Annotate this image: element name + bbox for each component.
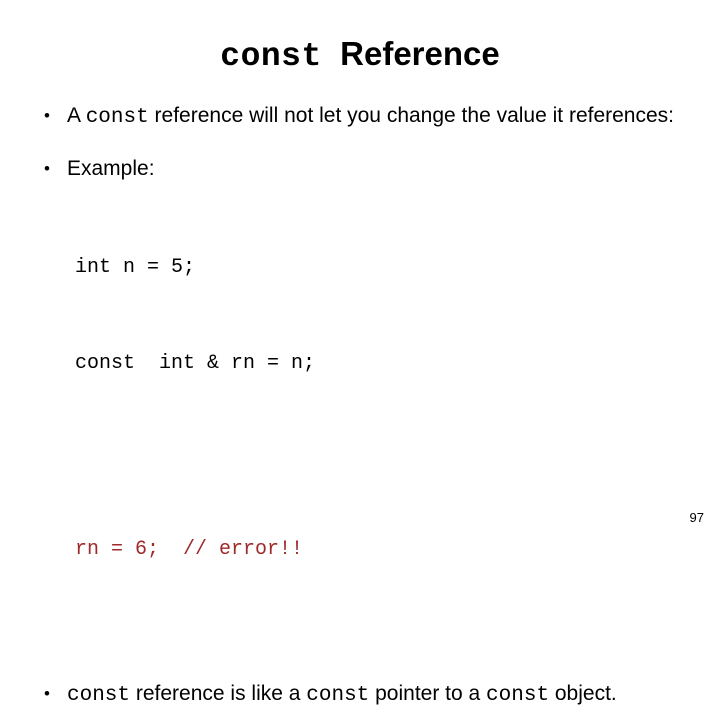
spacer-before-bullet-3-extra	[44, 656, 684, 676]
slide-body: • A const reference will not let you cha…	[44, 100, 684, 711]
code-line-error: rn = 6; // error!!	[75, 538, 304, 561]
spacer-before-bullet-3	[44, 630, 684, 656]
bullet-marker-icon: •	[44, 684, 50, 703]
bullet-marker-icon: •	[44, 159, 50, 178]
bullet-3-seg-4: pointer to a	[369, 682, 487, 705]
bullet-marker-icon: •	[44, 106, 50, 125]
page-title-mono-keyword: const	[220, 38, 322, 75]
code-line-1: int n = 5;	[75, 256, 196, 279]
code-block: int n = 5; const int & rn = n; rn = 6; /…	[44, 188, 684, 630]
page-number: 97	[689, 510, 704, 525]
code-line-2: const int & rn = n;	[75, 352, 316, 375]
bullet-3-seg-2: reference is like a	[130, 682, 307, 705]
page-title-sans-word: Reference	[340, 35, 500, 72]
bullet-3-seg-3-keyword: const	[306, 684, 370, 707]
spacer-after-bullet-1	[44, 133, 684, 153]
bullet-text-3: const reference is like a const pointer …	[67, 678, 684, 711]
bullet-1-seg-2-keyword: const	[85, 106, 149, 129]
bullet-3-seg-5-keyword: const	[486, 684, 550, 707]
bullet-item-1: • A const reference will not let you cha…	[44, 100, 684, 133]
page-title-space	[322, 35, 340, 72]
bullet-item-2: • Example:	[44, 153, 684, 184]
bullet-text-1: A const reference will not let you chang…	[67, 100, 684, 133]
bullet-text-2: Example:	[67, 153, 684, 184]
spacer-in-code-block	[75, 444, 684, 470]
bullet-1-seg-3: reference will not let you change the va…	[148, 104, 675, 127]
bullet-3-seg-6: object.	[549, 682, 617, 705]
page-title: const Reference	[0, 34, 720, 77]
bullet-item-3: • const reference is like a const pointe…	[44, 678, 684, 711]
bullet-3-seg-1-keyword: const	[67, 684, 131, 707]
bullet-1-seg-1: A	[67, 104, 86, 127]
bullet-2-seg-1: Example:	[67, 157, 155, 180]
slide-canvas: const Reference • A const reference will…	[0, 0, 720, 707]
